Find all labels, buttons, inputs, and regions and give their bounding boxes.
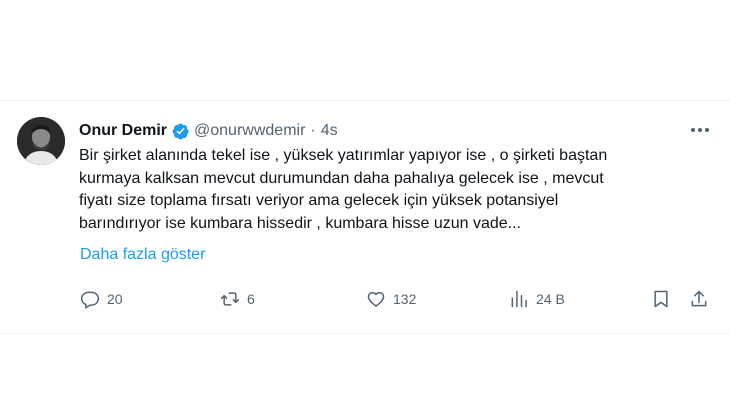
verified-badge-icon [171, 122, 190, 141]
like-button[interactable]: 132 [366, 286, 416, 312]
retweet-icon [220, 292, 240, 306]
reply-button[interactable]: 20 [80, 286, 123, 312]
reply-count: 20 [107, 291, 123, 307]
tweet-timestamp[interactable]: 4s [321, 122, 338, 140]
like-count: 132 [393, 291, 417, 307]
tweet-text-line: fiyatı size toplama fırsatı veriyor ama … [79, 192, 559, 209]
tweet-actions-bar: 20 6 132 24 B [78, 286, 718, 312]
author-name[interactable]: Onur Demir [79, 122, 167, 140]
share-button[interactable] [689, 286, 709, 312]
retweet-button[interactable]: 6 [220, 286, 255, 312]
separator-dot: · [310, 122, 316, 139]
views-button[interactable]: 24 B [509, 286, 565, 312]
author-handle[interactable]: @onurwwdemir [194, 122, 305, 140]
bookmark-icon [654, 290, 668, 308]
tweet-text-line: Bir şirket alanında tekel ise , yüksek y… [79, 147, 608, 164]
views-icon [511, 290, 527, 308]
bottom-divider [0, 333, 730, 334]
views-count: 24 B [536, 291, 565, 307]
tweet-header: Onur Demir @onurwwdemir · 4s [79, 120, 338, 142]
share-icon [691, 290, 707, 307]
avatar[interactable] [17, 117, 65, 165]
avatar-photo [17, 117, 65, 165]
more-options-button[interactable] [688, 120, 712, 140]
tweet-text: Bir şirket alanında tekel ise , yüksek y… [79, 145, 699, 235]
bookmark-button[interactable] [651, 286, 671, 312]
show-more-link[interactable]: Daha fazla göster [80, 246, 205, 264]
reply-icon [80, 291, 100, 309]
more-options-icon [691, 128, 709, 132]
tweet-text-line: kurmaya kalksan mevcut durumundan daha p… [79, 169, 604, 187]
retweet-count: 6 [247, 291, 255, 307]
tweet-text-line: barındırıyor ise kumbara hissedir , kumb… [79, 214, 521, 232]
top-divider [0, 100, 730, 101]
heart-icon [367, 291, 385, 307]
